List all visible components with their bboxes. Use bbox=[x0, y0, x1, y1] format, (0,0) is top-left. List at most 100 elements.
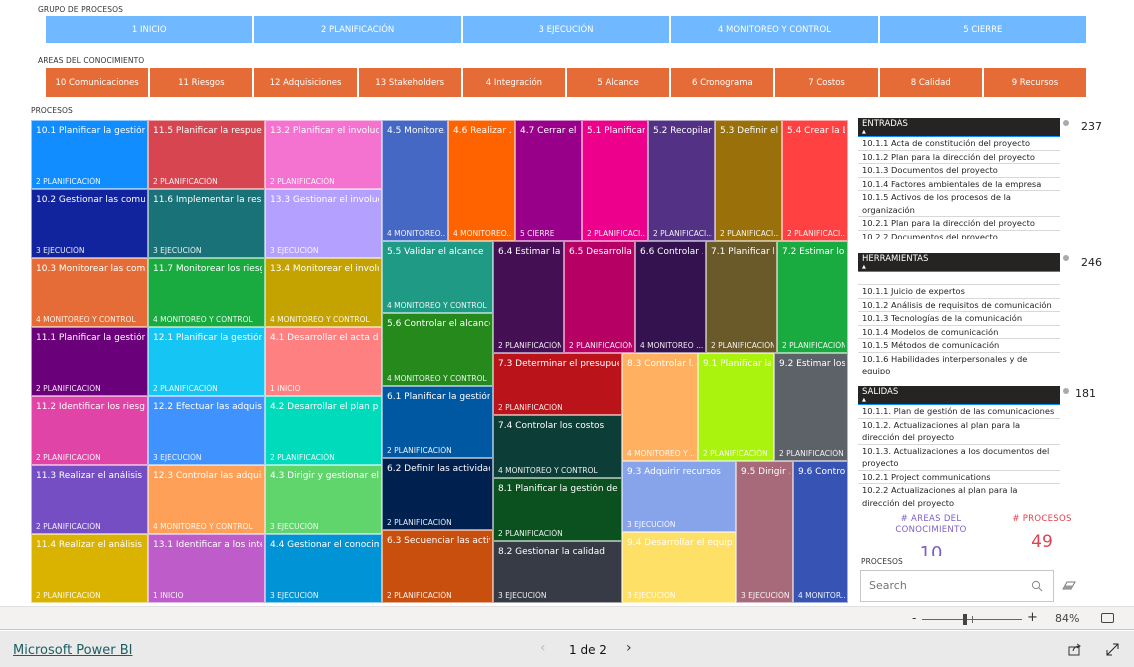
table-row[interactable]: 10.2.1 Plan para la dirección del proyec… bbox=[858, 217, 1060, 231]
areas-button[interactable]: 13 Stakeholders bbox=[358, 68, 461, 97]
treemap-tile[interactable]: 10.2 Gestionar las comun... 3 EJECUCIÓN bbox=[31, 189, 148, 258]
eraser-icon[interactable] bbox=[1062, 580, 1076, 590]
search-box[interactable] bbox=[860, 570, 1054, 602]
table-row[interactable]: 10.1.2. Actualizaciones al plan para la … bbox=[858, 419, 1060, 445]
treemap-tile[interactable]: 6.4 Estimar la ... 2 PLANIFICACIÓN bbox=[493, 241, 564, 353]
table-row[interactable]: 10.1.1 Acta de constitución del proyecto bbox=[858, 137, 1060, 151]
grupo-button[interactable]: 2 PLANIFICACIÓN bbox=[254, 16, 461, 43]
treemap-tile[interactable]: 11.6 Implementar la resp... 3 EJECUCIÓN bbox=[148, 189, 265, 258]
fullscreen-expand-icon[interactable] bbox=[1106, 643, 1119, 656]
treemap-tile[interactable]: 5.6 Controlar el alcance 4 MONITOREO Y CO… bbox=[382, 313, 493, 386]
treemap-tile[interactable]: 6.6 Controlar ... 4 MONITOREO ... bbox=[635, 241, 706, 353]
table-row[interactable]: 10.1.5 Activos de los procesos de la org… bbox=[858, 191, 1060, 217]
next-page-chevron-icon[interactable]: › bbox=[626, 640, 632, 656]
treemap-tile[interactable]: 9.2 Estimar los ... 2 PLANIFICACIÓN bbox=[774, 353, 848, 461]
treemap-tile[interactable]: 10.1 Planificar la gestión ... 2 PLANIFIC… bbox=[31, 120, 148, 189]
search-input[interactable] bbox=[869, 579, 1019, 592]
table-row[interactable]: 10.1.3 Documentos del proyecto bbox=[858, 164, 1060, 178]
herramientas-header[interactable]: HERRAMIENTAS ▲ bbox=[858, 253, 1060, 272]
treemap-tile[interactable]: 4.4 Gestionar el conocimi... 3 EJECUCIÓN bbox=[265, 534, 382, 603]
treemap-tile[interactable]: 7.1 Planificar l... 2 PLANIFICACIÓN bbox=[706, 241, 777, 353]
zoom-out-button[interactable]: - bbox=[912, 611, 916, 625]
table-row[interactable]: 10.1.5 Métodos de comunicación bbox=[858, 339, 1060, 353]
treemap-tile[interactable]: 11.7 Monitorear los riesgos 4 MONITOREO Y… bbox=[148, 258, 265, 327]
grupo-button[interactable]: 3 EJECUCIÓN bbox=[462, 16, 670, 43]
treemap-tile[interactable]: 13.1 Identificar a los inter... 1 INICIO bbox=[148, 534, 265, 603]
treemap-tile[interactable]: 9.3 Adquirir recursos 3 EJECUCIÓN bbox=[622, 461, 736, 532]
treemap-tile[interactable]: 5.1 Planificar... 2 PLANIFICACI... bbox=[582, 120, 648, 241]
areas-button[interactable]: 7 Costos bbox=[775, 68, 878, 97]
treemap-tile[interactable]: 5.4 Crear la E... 2 PLANIFICACI... bbox=[782, 120, 848, 241]
table-row[interactable]: 10.1.3 Tecnologías de la comunicación bbox=[858, 312, 1060, 326]
treemap-tile[interactable]: 9.4 Desarrollar el equipo 3 EJECUCIÓN bbox=[622, 532, 736, 603]
treemap-tile[interactable]: 12.3 Controlar las adquisi... 4 MONITOREO… bbox=[148, 465, 265, 534]
table-row[interactable]: 10.1.1. Plan de gestión de las comunicac… bbox=[858, 405, 1060, 419]
table-row[interactable]: 10.1.4 Factores ambientales de la empres… bbox=[858, 178, 1060, 191]
treemap-tile[interactable]: 9.5 Dirigir ... 3 EJECUCIÓN bbox=[736, 461, 793, 603]
treemap-tile[interactable]: 13.2 Planificar el involucr... 2 PLANIFIC… bbox=[265, 120, 382, 189]
treemap-tile[interactable]: 4.3 Dirigir y gestionar el t... 3 EJECUCI… bbox=[265, 465, 382, 534]
share-icon[interactable] bbox=[1068, 643, 1082, 656]
areas-button[interactable]: 5 Alcance bbox=[567, 68, 670, 97]
treemap-tile[interactable]: 10.3 Monitorear las comu... 4 MONITOREO Y… bbox=[31, 258, 148, 327]
power-bi-link[interactable]: Microsoft Power BI bbox=[13, 643, 132, 658]
treemap-tile[interactable]: 4.5 Monitore... 4 MONITOREO... bbox=[382, 120, 448, 241]
salidas-table[interactable]: SALIDAS ▲ 10.1.1. Plan de gestión de las … bbox=[858, 386, 1060, 508]
areas-button[interactable]: 8 Calidad bbox=[879, 68, 982, 97]
entradas-table[interactable]: ENTRADAS ▲ 10.1.1 Acta de constitución de… bbox=[858, 118, 1060, 239]
treemap-tile[interactable]: 7.2 Estimar lo... 2 PLANIFICACIÓN bbox=[777, 241, 848, 353]
treemap-tile[interactable]: 11.5 Planificar la respuest... 2 PLANIFIC… bbox=[148, 120, 265, 189]
treemap-tile[interactable]: 7.3 Determinar el presupuesto 2 PLANIFICA… bbox=[493, 353, 622, 415]
treemap-tile[interactable]: 5.3 Definir el... 2 PLANIFICACI... bbox=[715, 120, 782, 241]
treemap-tile[interactable]: 4.6 Realizar ... 4 MONITOREO... bbox=[448, 120, 515, 241]
areas-button[interactable]: 12 Adquisiciones bbox=[254, 68, 357, 97]
treemap-tile[interactable]: 6.1 Planificar la gestión ... 2 PLANIFICA… bbox=[382, 386, 493, 458]
grupo-button[interactable]: 1 INICIO bbox=[46, 16, 253, 43]
areas-button[interactable]: 4 Integración bbox=[462, 68, 566, 97]
areas-button[interactable]: 11 Riesgos bbox=[150, 68, 253, 97]
search-icon[interactable] bbox=[1031, 580, 1043, 592]
treemap-tile[interactable]: 11.1 Planificar la gestión ... 2 PLANIFIC… bbox=[31, 327, 148, 396]
treemap-tile[interactable]: 9.1 Planificar la... 2 PLANIFICACIÓN bbox=[698, 353, 774, 461]
table-row[interactable]: 10.1.2 Análisis de requisitos de comunic… bbox=[858, 299, 1060, 312]
treemap-tile[interactable]: 8.1 Planificar la gestión de la... 2 PLAN… bbox=[493, 478, 622, 541]
treemap-tile[interactable]: 7.4 Controlar los costos 4 MONITOREO Y CO… bbox=[493, 415, 622, 478]
table-row[interactable]: 10.1.4 Modelos de comunicación bbox=[858, 326, 1060, 339]
prev-page-chevron-icon[interactable]: ‹ bbox=[540, 640, 546, 656]
areas-button[interactable]: 10 Comunicaciones bbox=[46, 68, 149, 97]
table-row[interactable]: 10.1.1 Juicio de expertos bbox=[858, 285, 1060, 299]
treemap-tile[interactable]: 8.2 Gestionar la calidad 3 EJECUCIÓN bbox=[493, 541, 622, 603]
table-row[interactable]: 10.1.6 Habilidades interpersonales y de … bbox=[858, 353, 1060, 375]
treemap-tile[interactable]: 9.6 Contro... 4 MONITOR... bbox=[793, 461, 848, 603]
treemap-tile[interactable]: 6.5 Desarrolla... 2 PLANIFICACIÓN bbox=[564, 241, 635, 353]
treemap-tile[interactable]: 5.2 Recopilar... 2 PLANIFICACI... bbox=[648, 120, 715, 241]
table-row[interactable]: 10.2.2 Actualizaciones al plan para la d… bbox=[858, 484, 1060, 508]
treemap-tile[interactable]: 11.2 Identificar los riesgos 2 PLANIFICAC… bbox=[31, 396, 148, 465]
herramientas-table[interactable]: HERRAMIENTAS ▲ 10.1.1 Juicio de expertos 1… bbox=[858, 253, 1060, 374]
treemap-tile[interactable]: 8.3 Controlar l... 4 MONITOREO Y ... bbox=[622, 353, 698, 461]
entradas-header[interactable]: ENTRADAS ▲ bbox=[858, 118, 1060, 137]
table-row[interactable]: 10.1.3. Actualizaciones a los documentos… bbox=[858, 445, 1060, 471]
table-row[interactable]: 10.2.2 Documentos del proyecto bbox=[858, 231, 1060, 240]
areas-button[interactable]: 6 Cronograma bbox=[671, 68, 774, 97]
treemap-tile[interactable]: 4.7 Cerrar el ... 5 CIERRE bbox=[515, 120, 582, 241]
table-row[interactable] bbox=[858, 272, 1060, 285]
grupo-button[interactable]: 5 CIERRE bbox=[879, 16, 1087, 43]
treemap-tile[interactable]: 13.4 Monitorear el involu... 4 MONITOREO … bbox=[265, 258, 382, 327]
treemap-tile[interactable]: 6.2 Definir las actividades 2 PLANIFICACI… bbox=[382, 458, 493, 530]
treemap-tile[interactable]: 11.4 Realizar el análisis cu... 2 PLANIFI… bbox=[31, 534, 148, 603]
treemap-tile[interactable]: 5.5 Validar el alcance 4 MONITOREO Y CONT… bbox=[382, 241, 493, 313]
treemap-tile[interactable]: 4.2 Desarrollar el plan par... 2 PLANIFIC… bbox=[265, 396, 382, 465]
zoom-slider-thumb[interactable] bbox=[963, 614, 967, 625]
zoom-in-button[interactable]: + bbox=[1027, 610, 1038, 625]
treemap-tile[interactable]: 6.3 Secuenciar las activi... 2 PLANIFICAC… bbox=[382, 530, 493, 603]
areas-button[interactable]: 9 Recursos bbox=[983, 68, 1087, 97]
treemap-tile[interactable]: 11.3 Realizar el análisis cu... 2 PLANIFI… bbox=[31, 465, 148, 534]
table-row[interactable]: 10.1.2 Plan para la dirección del proyec… bbox=[858, 151, 1060, 164]
table-row[interactable]: 10.2.1 Project communications bbox=[858, 471, 1060, 484]
fit-to-page-icon[interactable] bbox=[1101, 613, 1114, 623]
treemap-tile[interactable]: 4.1 Desarrollar el acta de ... 1 INICIO bbox=[265, 327, 382, 396]
treemap-tile[interactable]: 12.2 Efectuar las adquisici... 3 EJECUCIÓ… bbox=[148, 396, 265, 465]
zoom-slider[interactable] bbox=[922, 614, 1022, 625]
salidas-header[interactable]: SALIDAS ▲ bbox=[858, 386, 1060, 405]
